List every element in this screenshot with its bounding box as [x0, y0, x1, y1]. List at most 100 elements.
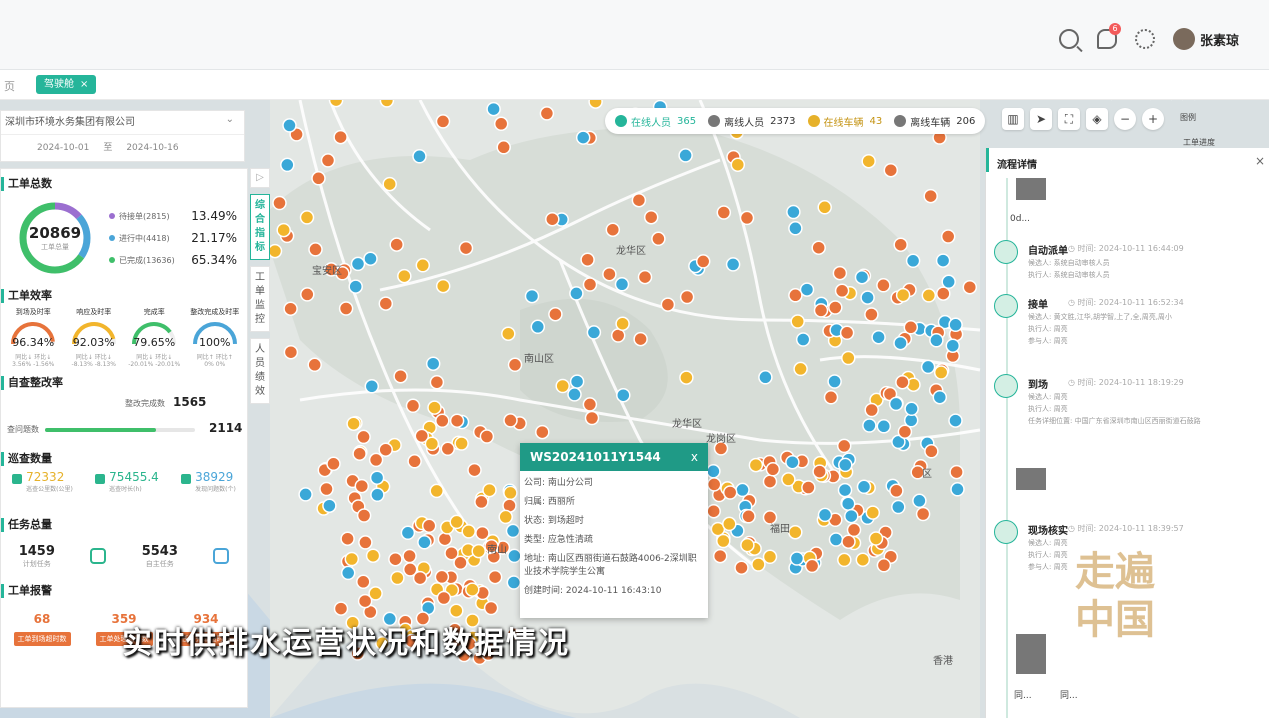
map-marker[interactable]	[539, 106, 555, 121]
map-marker[interactable]	[479, 429, 495, 444]
map-marker[interactable]	[929, 333, 944, 348]
map-marker[interactable]	[467, 462, 482, 478]
legend-label[interactable]: 图例	[1180, 112, 1196, 123]
map-marker[interactable]	[487, 569, 503, 585]
map-marker[interactable]	[412, 570, 428, 586]
map-marker[interactable]	[340, 531, 355, 546]
map-marker[interactable]	[530, 319, 546, 335]
map-marker[interactable]	[369, 470, 385, 485]
map-marker[interactable]	[400, 525, 416, 541]
map-marker[interactable]	[567, 387, 582, 402]
map-marker[interactable]	[474, 494, 489, 510]
map-marker[interactable]	[440, 441, 456, 457]
map-marker[interactable]	[840, 496, 856, 511]
map-marker[interactable]	[407, 454, 422, 469]
map-marker[interactable]	[889, 483, 904, 499]
map-marker[interactable]	[786, 204, 801, 220]
map-marker[interactable]	[486, 101, 501, 117]
map-marker[interactable]	[436, 590, 452, 606]
map-marker[interactable]	[320, 153, 336, 168]
search-icon[interactable]	[1058, 29, 1079, 49]
map-marker[interactable]	[328, 100, 344, 108]
map-marker[interactable]	[548, 306, 563, 322]
map-marker[interactable]	[338, 301, 354, 316]
map-marker[interactable]	[734, 560, 749, 575]
map-marker[interactable]	[888, 396, 904, 412]
map-marker[interactable]	[454, 436, 469, 451]
map-marker[interactable]	[272, 195, 287, 211]
map-marker[interactable]	[856, 479, 872, 495]
map-marker[interactable]	[299, 210, 315, 225]
map-marker[interactable]	[417, 535, 432, 550]
map-marker[interactable]	[846, 522, 862, 538]
map-marker[interactable]	[841, 350, 856, 366]
map-marker[interactable]	[716, 533, 731, 549]
map-marker[interactable]	[378, 296, 394, 311]
photo-thumbnail[interactable]	[1016, 178, 1046, 200]
fullscreen-icon[interactable]: ⛶	[1058, 108, 1080, 130]
map-marker[interactable]	[437, 531, 453, 547]
map-marker[interactable]	[793, 361, 808, 377]
map-marker[interactable]	[741, 509, 756, 524]
map-marker[interactable]	[449, 603, 464, 618]
map-marker[interactable]	[950, 482, 965, 497]
map-marker[interactable]	[415, 258, 431, 273]
map-marker[interactable]	[575, 130, 591, 145]
map-marker[interactable]	[390, 570, 405, 586]
map-marker[interactable]	[725, 257, 741, 272]
map-marker[interactable]	[379, 100, 395, 108]
map-marker[interactable]	[580, 252, 595, 267]
map-marker[interactable]	[920, 359, 936, 375]
map-marker[interactable]	[651, 231, 666, 247]
map-marker[interactable]	[356, 574, 371, 590]
map-marker[interactable]	[402, 548, 417, 564]
zoom-out-icon[interactable]: −	[1114, 108, 1136, 130]
map-marker[interactable]	[405, 398, 421, 414]
map-marker[interactable]	[498, 509, 513, 525]
map-marker[interactable]	[837, 552, 852, 568]
map-marker[interactable]	[897, 424, 913, 439]
map-marker[interactable]	[823, 390, 839, 405]
map-marker[interactable]	[921, 288, 937, 303]
map-marker[interactable]	[582, 277, 598, 292]
map-marker[interactable]	[505, 523, 521, 539]
map-marker[interactable]	[501, 326, 516, 341]
map-marker[interactable]	[348, 279, 363, 294]
map-marker[interactable]	[860, 290, 875, 305]
stat-offline-staff[interactable]: 离线人员 2373	[708, 114, 796, 129]
map-marker[interactable]	[817, 507, 833, 523]
map-marker[interactable]	[679, 370, 694, 385]
map-marker[interactable]	[461, 524, 476, 539]
map-marker[interactable]	[865, 505, 881, 520]
stat-online-staff[interactable]: 在线人员 365	[615, 114, 696, 129]
map-marker[interactable]	[765, 462, 781, 477]
map-marker[interactable]	[602, 266, 617, 282]
map-marker[interactable]	[841, 534, 856, 549]
map-marker[interactable]	[356, 508, 372, 523]
map-marker[interactable]	[781, 472, 796, 487]
map-marker[interactable]	[679, 289, 695, 305]
map-marker[interactable]	[836, 438, 852, 454]
map-marker[interactable]	[868, 531, 884, 546]
map-marker[interactable]	[936, 286, 951, 301]
map-marker[interactable]	[267, 243, 283, 259]
map-marker[interactable]	[569, 286, 584, 301]
map-marker[interactable]	[311, 171, 326, 186]
map-marker[interactable]	[378, 442, 393, 457]
map-marker[interactable]	[434, 569, 450, 585]
map-marker[interactable]	[716, 205, 732, 220]
map-marker[interactable]	[817, 200, 832, 215]
map-marker[interactable]	[839, 325, 855, 341]
map-marker[interactable]	[948, 413, 963, 428]
map-marker[interactable]	[740, 537, 755, 553]
map-marker[interactable]	[333, 129, 348, 145]
map-marker[interactable]	[924, 444, 939, 459]
map-marker[interactable]	[660, 297, 676, 312]
map-marker[interactable]	[813, 303, 829, 318]
map-marker[interactable]	[356, 429, 371, 445]
chart-icon[interactable]: ▥	[1002, 108, 1024, 130]
map-marker[interactable]	[370, 487, 385, 503]
map-marker[interactable]	[706, 464, 721, 479]
map-marker[interactable]	[449, 514, 464, 530]
map-marker[interactable]	[382, 176, 397, 192]
